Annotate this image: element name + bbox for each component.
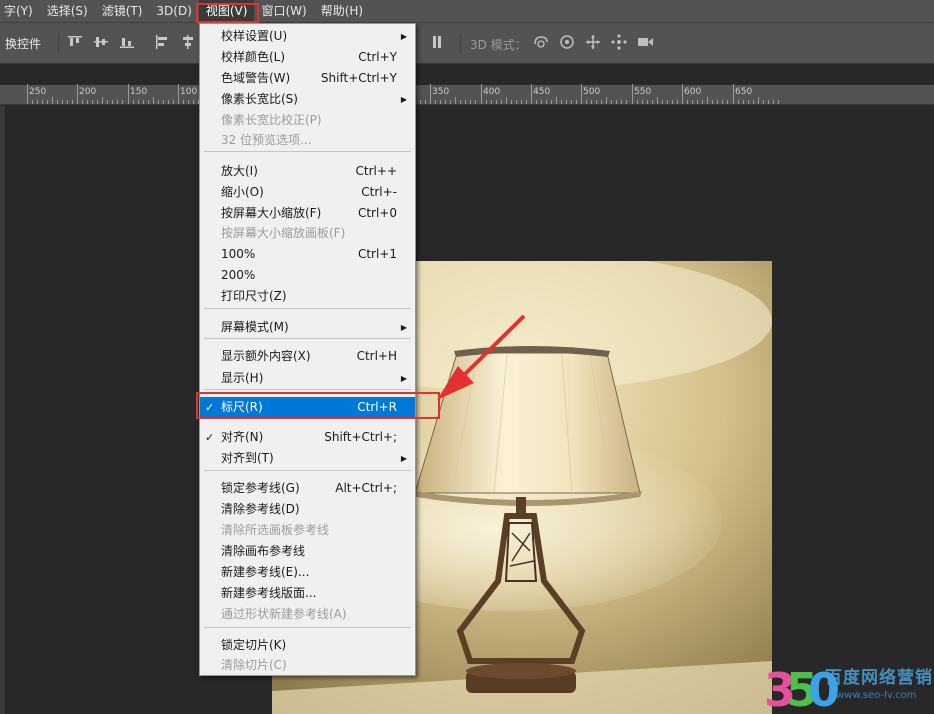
watermark-url: www.seo-lv.com xyxy=(836,690,917,701)
watermark-name: 百度网络营销 xyxy=(825,668,933,688)
annotation-arrow xyxy=(437,314,526,400)
